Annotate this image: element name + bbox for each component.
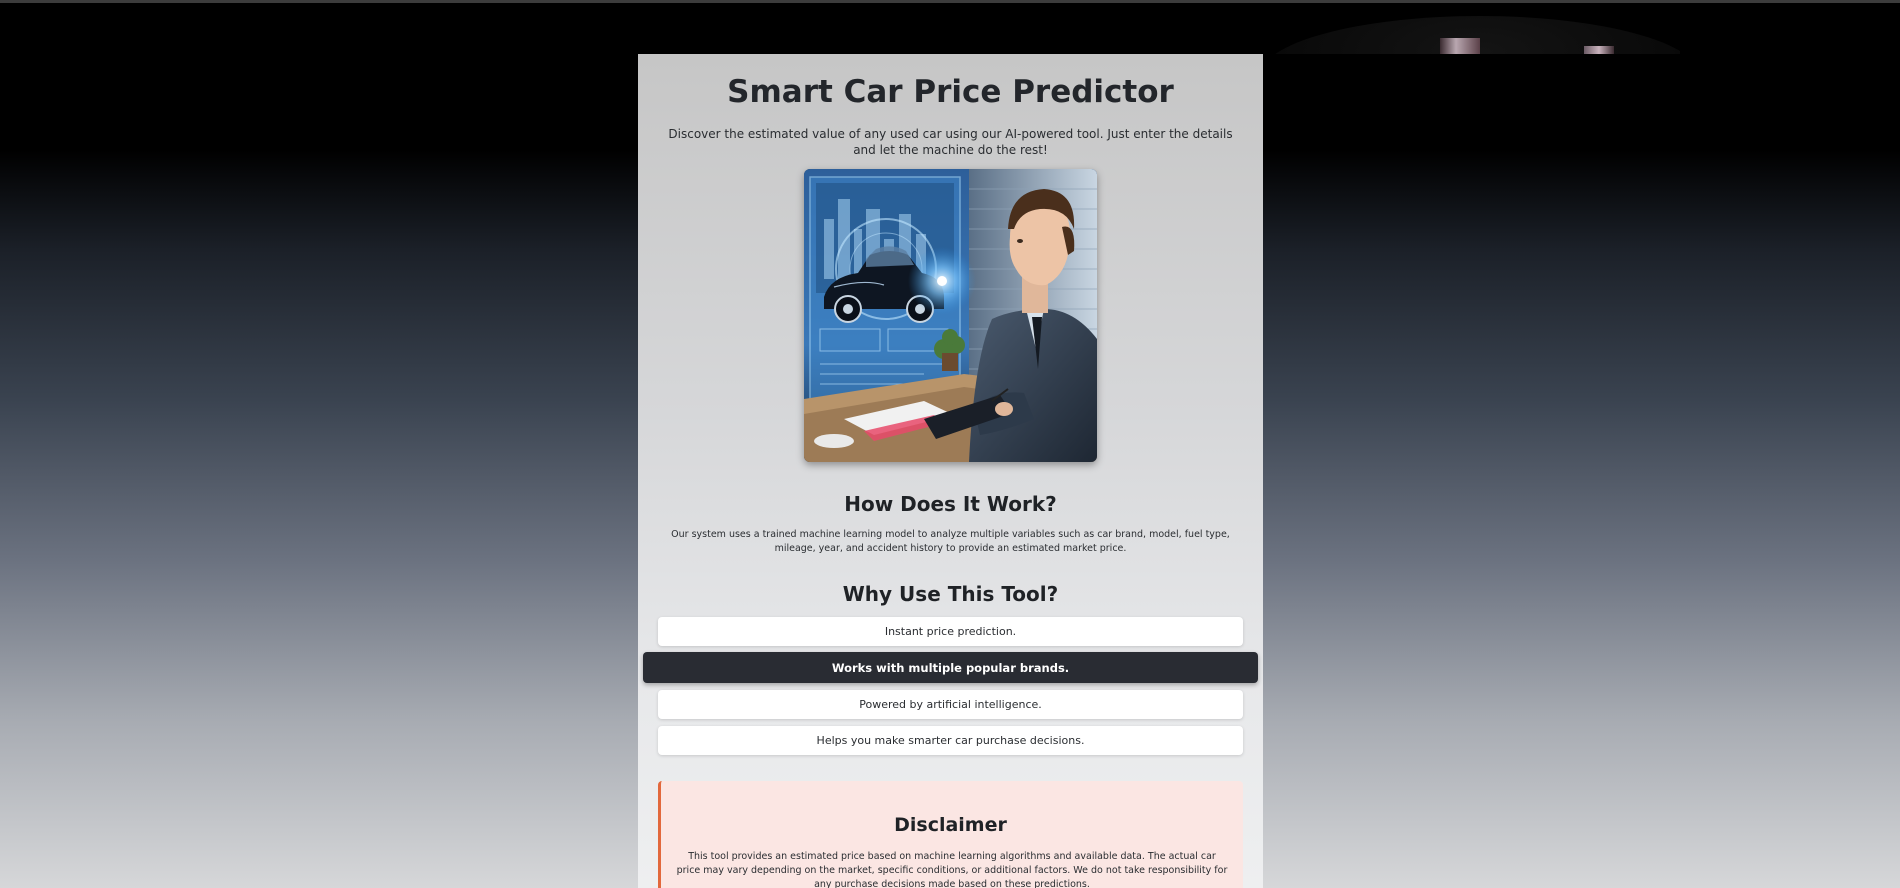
nav-link-information[interactable]: Information [877,22,970,41]
feature-item-smarter-decisions[interactable]: Helps you make smarter car purchase deci… [658,726,1243,755]
window-top-edge [0,0,1900,3]
disclaimer-heading: Disclaimer [894,814,1007,836]
nav-link-predict-car-price[interactable]: Predict Car Price [964,22,1096,41]
intro-text: Discover the estimated value of any used… [668,127,1233,157]
how-it-works-text: Our system uses a trained machine learni… [671,529,1230,554]
disclaimer-text: This tool provides an estimated price ba… [676,851,1228,888]
background-decoration [1260,10,1680,54]
why-use-heading: Why Use This Tool? [842,582,1059,606]
feature-item-ai-powered[interactable]: Powered by artificial intelligence. [658,690,1243,719]
feature-item-instant-prediction[interactable]: Instant price prediction. [658,617,1243,646]
main-content-card: Smart Car Price Predictor Discover the e… [638,54,1263,888]
how-it-works-heading: How Does It Work? [844,492,1057,516]
feature-item-multiple-brands[interactable]: Works with multiple popular brands. [643,652,1258,683]
hero-image [804,169,1097,462]
page-title: Smart Car Price Predictor [727,74,1174,110]
